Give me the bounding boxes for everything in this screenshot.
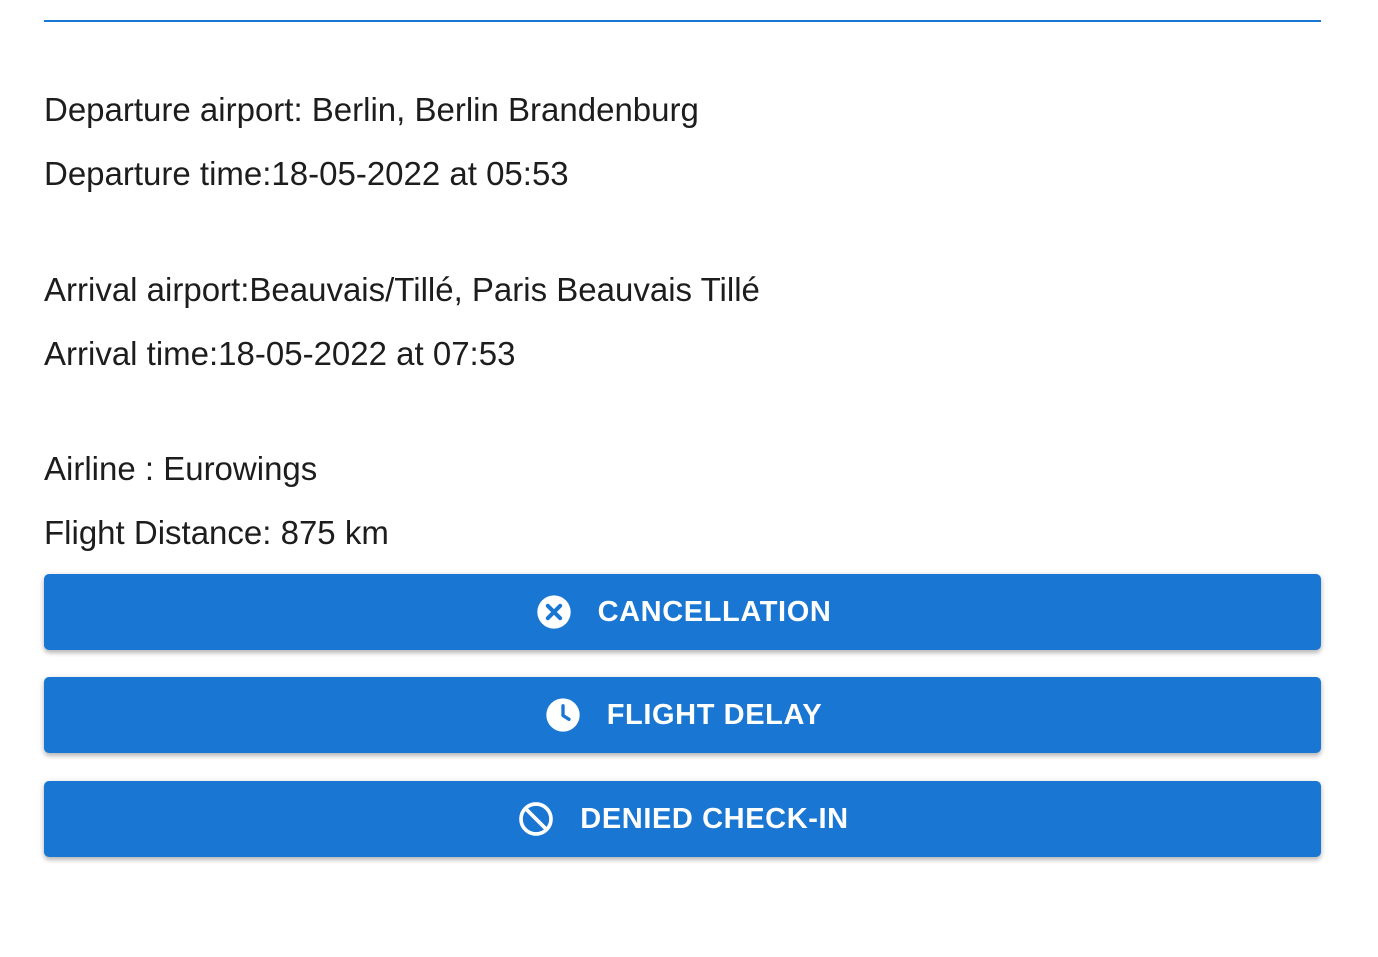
cancel-circle-icon xyxy=(534,592,574,632)
cancellation-button[interactable]: CANCELLATION xyxy=(44,574,1321,650)
flight-details-page: Departure airport: Berlin, Berlin Brande… xyxy=(0,0,1378,957)
top-divider xyxy=(44,20,1321,22)
block-icon xyxy=(516,799,556,839)
airline-text: Airline : Eurowings xyxy=(44,450,318,487)
flight-delay-button-label: FLIGHT DELAY xyxy=(606,698,823,731)
arrival-time-text: Arrival time:18-05-2022 at 07:53 xyxy=(44,335,516,372)
clock-icon xyxy=(543,695,583,735)
flight-delay-button[interactable]: FLIGHT DELAY xyxy=(44,677,1321,753)
denied-checkin-button-label: DENIED CHECK-IN xyxy=(580,802,849,835)
arrival-airport-text: Arrival airport:Beauvais/Tillé, Paris Be… xyxy=(44,271,760,308)
denied-checkin-button[interactable]: DENIED CHECK-IN xyxy=(44,781,1321,857)
flight-distance-text: Flight Distance: 875 km xyxy=(44,514,389,551)
departure-airport-text: Departure airport: Berlin, Berlin Brande… xyxy=(44,91,699,128)
cancellation-button-label: CANCELLATION xyxy=(597,595,832,628)
departure-time-text: Departure time:18-05-2022 at 05:53 xyxy=(44,155,569,192)
